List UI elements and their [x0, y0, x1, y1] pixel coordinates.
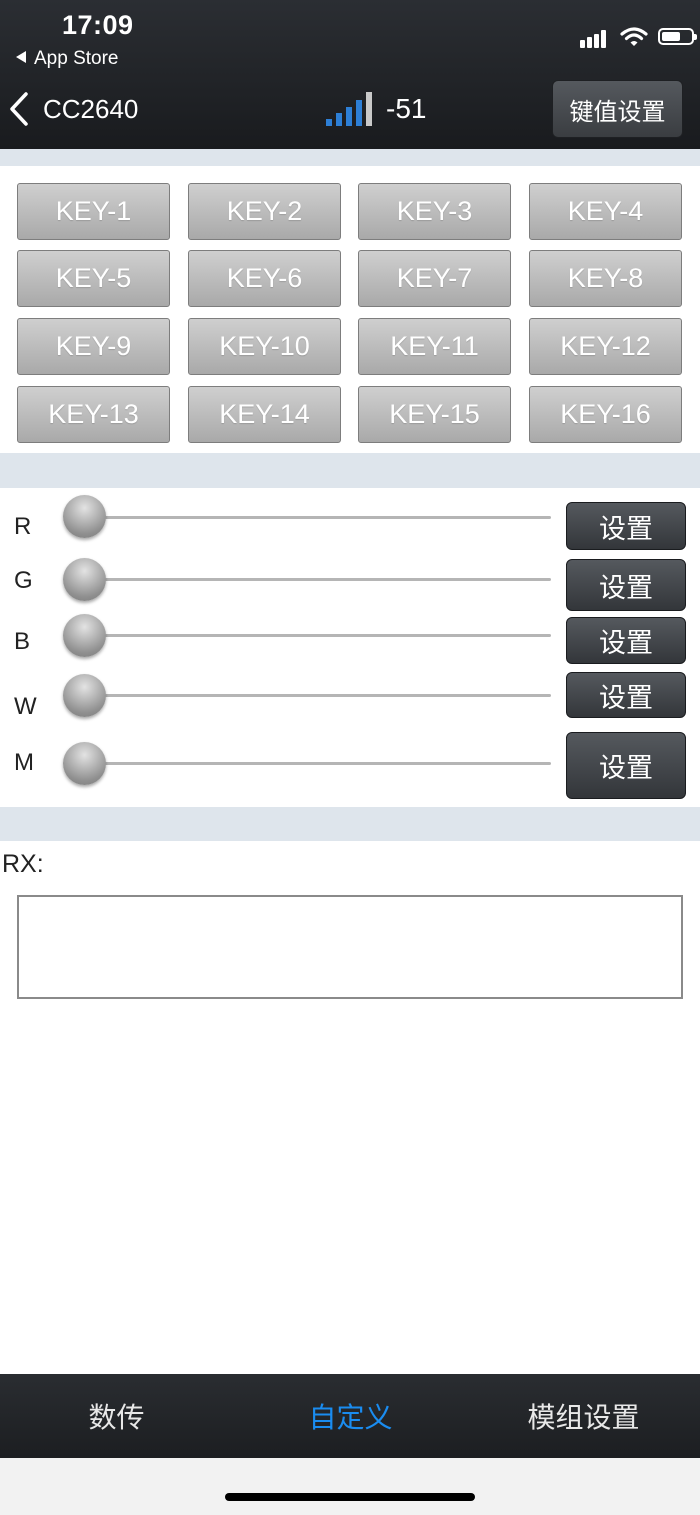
set-button-g[interactable]: 设置 — [566, 559, 686, 611]
key-button-14[interactable]: KEY-14 — [188, 386, 341, 443]
key-button-15[interactable]: KEY-15 — [358, 386, 511, 443]
battery-icon — [658, 28, 697, 45]
slider-thumb-w[interactable] — [63, 674, 106, 717]
home-indicator[interactable] — [225, 1493, 475, 1501]
top-bar: 17:09 App Store CC2640 -51 键值设置 — [0, 0, 700, 149]
set-button-b[interactable]: 设置 — [566, 617, 686, 664]
key-button-11[interactable]: KEY-11 — [358, 318, 511, 375]
rx-output-box[interactable] — [17, 895, 683, 999]
slider-label-r: R — [14, 513, 32, 540]
slider-thumb-r[interactable] — [63, 495, 106, 538]
slider-thumb-m[interactable] — [63, 742, 106, 785]
signal-strength-icon — [326, 90, 374, 126]
key-button-2[interactable]: KEY-2 — [188, 183, 341, 240]
key-button-16[interactable]: KEY-16 — [529, 386, 682, 443]
key-button-10[interactable]: KEY-10 — [188, 318, 341, 375]
device-title: CC2640 — [43, 94, 139, 124]
tab-custom[interactable]: 自定义 — [234, 1374, 467, 1458]
back-to-app-link[interactable]: App Store — [16, 48, 119, 70]
key-button-8[interactable]: KEY-8 — [529, 250, 682, 307]
slider-track-w[interactable] — [84, 694, 551, 697]
slider-track-r[interactable] — [84, 516, 551, 519]
back-app-label: App Store — [34, 48, 119, 69]
slider-label-m: M — [14, 749, 34, 776]
key-button-12[interactable]: KEY-12 — [529, 318, 682, 375]
back-triangle-icon — [16, 51, 26, 63]
slider-label-w: W — [14, 693, 37, 720]
slider-label-b: B — [14, 628, 31, 655]
slider-thumb-b[interactable] — [63, 614, 106, 657]
slider-thumb-g[interactable] — [63, 558, 106, 601]
key-button-3[interactable]: KEY-3 — [358, 183, 511, 240]
key-button-1[interactable]: KEY-1 — [17, 183, 170, 240]
key-button-7[interactable]: KEY-7 — [358, 250, 511, 307]
rssi-value: -51 — [386, 93, 427, 124]
key-value-settings-button[interactable]: 键值设置 — [552, 80, 683, 138]
set-button-r[interactable]: 设置 — [566, 502, 686, 550]
key-button-5[interactable]: KEY-5 — [17, 250, 170, 307]
bottom-tab-bar: 数传 自定义 模组设置 — [0, 1374, 700, 1458]
key-button-9[interactable]: KEY-9 — [17, 318, 170, 375]
slider-track-g[interactable] — [84, 578, 551, 581]
status-time: 17:09 — [62, 10, 134, 40]
tab-module-settings[interactable]: 模组设置 — [467, 1374, 700, 1458]
home-indicator-area — [0, 1458, 700, 1515]
slider-track-b[interactable] — [84, 634, 551, 637]
separator-band — [0, 149, 700, 166]
slider-track-m[interactable] — [84, 762, 551, 765]
key-button-4[interactable]: KEY-4 — [529, 183, 682, 240]
key-button-13[interactable]: KEY-13 — [17, 386, 170, 443]
key-button-6[interactable]: KEY-6 — [188, 250, 341, 307]
separator-band — [0, 453, 700, 488]
chevron-left-icon[interactable] — [8, 90, 30, 128]
tab-data-transfer[interactable]: 数传 — [0, 1374, 233, 1458]
rx-label: RX: — [2, 850, 44, 878]
slider-label-g: G — [14, 567, 33, 594]
separator-band — [0, 807, 700, 841]
set-button-m[interactable]: 设置 — [566, 732, 686, 799]
cellular-icon — [580, 28, 610, 48]
set-button-w[interactable]: 设置 — [566, 672, 686, 718]
wifi-icon — [620, 27, 648, 46]
